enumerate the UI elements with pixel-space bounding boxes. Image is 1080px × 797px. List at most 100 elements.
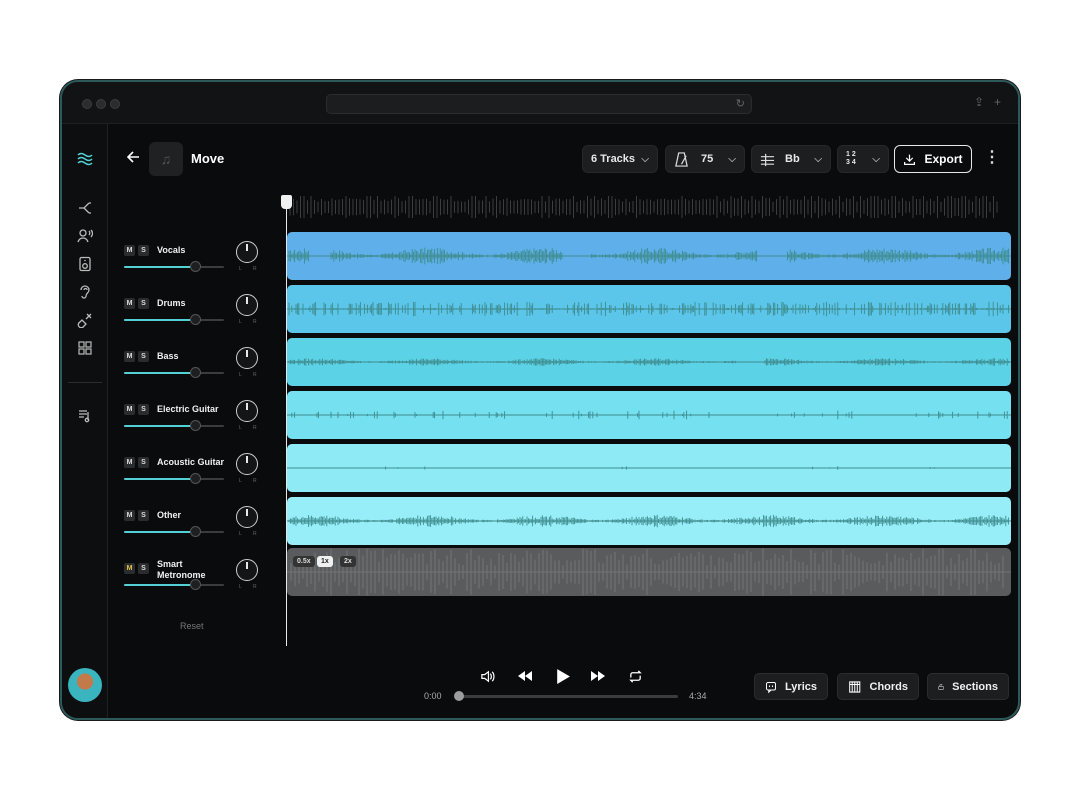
lyrics-icon [766,681,776,693]
speed-half-button[interactable]: 0.5x [293,556,315,567]
lyrics-label: Lyrics [784,680,817,693]
solo-button[interactable]: S [138,245,149,256]
key-dropdown[interactable]: Bb ⌵ [751,145,831,173]
solo-button[interactable]: S [138,510,149,521]
mute-button[interactable]: M [124,563,135,574]
chords-button[interactable]: Chords [837,673,919,700]
tempo-dropdown[interactable]: 75 ⌵ [665,145,745,173]
volume-slider-handle[interactable] [190,526,201,537]
solo-button[interactable]: S [138,457,149,468]
solo-button[interactable]: S [138,351,149,362]
metronome-lane[interactable]: 0.5x 1x 2x [287,548,1011,596]
track-lane-bass[interactable] [287,338,1011,386]
split-icon[interactable] [72,198,98,218]
chords-icon [849,680,861,693]
tempo-value: 75 [701,153,714,165]
close-dot[interactable] [82,99,92,109]
pan-right-label: R [253,372,258,378]
progress-bar[interactable] [456,695,678,698]
rewind-icon[interactable] [514,665,536,687]
speed-normal-button[interactable]: 1x [317,556,333,567]
download-icon [904,154,916,165]
more-options-icon[interactable]: ⋮ [984,149,1000,169]
pan-right-label: R [253,584,258,590]
time-signature-dropdown[interactable]: 1 2 3 4 ⌵ [837,145,889,173]
volume-slider-handle[interactable] [190,473,201,484]
reload-icon[interactable]: ↻ [736,97,745,110]
metronome-name-line1: Smart [157,559,183,569]
pan-left-label: L [239,266,243,272]
guitar-icon[interactable] [72,310,98,330]
volume-slider-fill [124,478,196,480]
mute-button[interactable]: M [124,404,135,415]
mute-button[interactable]: M [124,298,135,309]
playhead-handle[interactable] [281,195,292,209]
pan-knob[interactable] [236,453,258,475]
pan-knob[interactable] [236,559,258,581]
track-name: Drums [157,298,186,308]
timeline-ruler[interactable] [282,194,1002,220]
share-icon[interactable]: ⇪ [974,95,984,109]
new-tab-icon[interactable]: + [994,95,1001,109]
track-name: Electric Guitar [157,404,219,414]
mute-button[interactable]: M [124,351,135,362]
lyrics-button[interactable]: Lyrics [754,673,828,700]
voice-icon[interactable] [72,226,98,246]
volume-slider-handle[interactable] [190,261,201,272]
ear-icon[interactable] [72,282,98,302]
mute-button[interactable]: M [124,457,135,468]
export-button[interactable]: Export [894,145,972,173]
volume-icon[interactable] [476,665,498,687]
chevron-down-icon: ⌵ [872,153,880,165]
volume-slider-handle[interactable] [190,367,201,378]
pan-knob[interactable] [236,506,258,528]
back-arrow-icon[interactable] [124,148,142,166]
track-lane-electric-guitar[interactable] [287,391,1011,439]
pan-knob[interactable] [236,294,258,316]
sections-button[interactable]: Sections [927,673,1009,700]
maximize-dot[interactable] [110,99,120,109]
grid-icon[interactable] [72,338,98,358]
avatar[interactable] [68,668,102,702]
track-lane-other[interactable] [287,497,1011,545]
logo-icon[interactable] [72,148,98,168]
track-control-bass: M S Bass L R [122,341,262,385]
pan-right-label: R [253,266,258,272]
tracks-dropdown-label: 6 Tracks [591,153,636,165]
waveform [287,514,1011,528]
waveform [287,466,1011,470]
volume-slider-handle[interactable] [190,420,201,431]
fast-forward-icon[interactable] [587,665,609,687]
playlist-icon[interactable] [72,406,98,426]
track-lane-drums[interactable] [287,285,1011,333]
stage: ↻ ⇪ + ♫ Move 6 Tracks ⌵ 75 ⌵ Bb ⌵ 1 2 3 … [0,0,1080,797]
browser-titlebar: ↻ ⇪ + [62,82,1018,124]
play-icon[interactable] [551,665,573,687]
waveform [287,247,1011,265]
mute-button[interactable]: M [124,245,135,256]
solo-button[interactable]: S [138,404,149,415]
track-lane-vocals[interactable] [287,232,1011,280]
pan-knob[interactable] [236,400,258,422]
solo-button[interactable]: S [138,563,149,574]
pan-knob[interactable] [236,347,258,369]
tracks-dropdown[interactable]: 6 Tracks ⌵ [582,145,658,173]
metronome-waveform [287,548,1011,596]
volume-slider-handle[interactable] [190,314,201,325]
minimize-dot[interactable] [96,99,106,109]
time-signature-top: 1 2 [846,151,856,158]
mute-button[interactable]: M [124,510,135,521]
progress-handle[interactable] [454,691,464,701]
solo-button[interactable]: S [138,298,149,309]
speed-double-button[interactable]: 2x [340,556,356,567]
pan-left-label: L [239,478,243,484]
speaker-icon[interactable] [72,254,98,274]
loop-icon[interactable] [624,665,646,687]
volume-slider-handle[interactable] [190,579,201,590]
track-lane-acoustic-guitar[interactable] [287,444,1011,492]
url-bar[interactable]: ↻ [326,94,752,114]
reset-button[interactable]: Reset [180,621,204,631]
track-name: Bass [157,351,179,361]
tuning-fork-icon [760,153,775,166]
pan-knob[interactable] [236,241,258,263]
